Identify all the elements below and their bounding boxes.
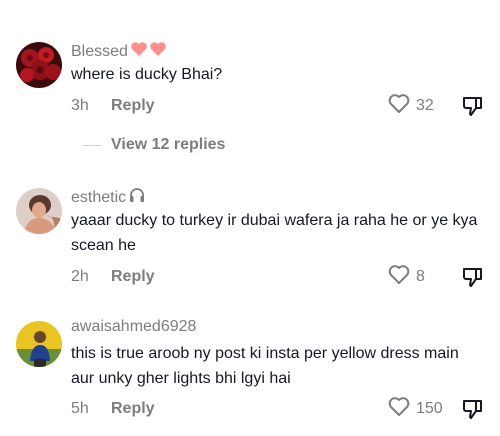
like-count: 8 xyxy=(416,268,425,285)
thumbs-down-icon xyxy=(461,268,485,293)
username[interactable]: awaisahmed6928 xyxy=(71,318,196,336)
reply-button[interactable]: Reply xyxy=(111,268,155,286)
comment-list: Blessed where is ducky Bhai? 3h Reply 32 xyxy=(0,0,500,436)
heart-icon xyxy=(388,264,410,290)
like-count: 150 xyxy=(416,400,443,417)
like-button[interactable]: 150 xyxy=(388,396,443,422)
comment-meta: 3h Reply xyxy=(71,94,155,118)
comment-text: this is true aroob ny post ki insta per … xyxy=(71,345,459,387)
comment-time: 5h xyxy=(71,400,89,417)
like-button[interactable]: 32 xyxy=(388,93,434,119)
view-replies-button[interactable]: View 12 replies xyxy=(83,133,225,157)
view-replies-label: View 12 replies xyxy=(111,136,226,153)
comment-text: yaaar ducky to turkey ir dubai wafera ja… xyxy=(71,212,478,254)
dislike-button[interactable] xyxy=(461,265,485,289)
dislike-button[interactable] xyxy=(461,94,485,118)
thumbs-down-icon xyxy=(461,400,485,425)
headphones-icon xyxy=(128,186,146,209)
two-hearts-icon xyxy=(130,40,170,63)
dislike-button[interactable] xyxy=(461,397,485,421)
username-text: Blessed xyxy=(71,42,128,60)
username[interactable]: Blessed xyxy=(71,40,170,63)
comment-time: 3h xyxy=(71,97,89,114)
comment-time: 2h xyxy=(71,268,89,285)
like-button[interactable]: 8 xyxy=(388,264,425,290)
thumbs-down-icon xyxy=(461,97,485,122)
divider xyxy=(83,144,101,146)
heart-icon xyxy=(388,93,410,119)
heart-icon xyxy=(388,396,410,422)
username[interactable]: esthetic xyxy=(71,186,146,209)
comment-meta: 2h Reply xyxy=(71,265,155,289)
reply-button[interactable]: Reply xyxy=(111,97,155,115)
avatar[interactable] xyxy=(16,321,62,367)
username-text: awaisahmed6928 xyxy=(71,318,197,335)
like-count: 32 xyxy=(416,97,434,114)
avatar[interactable] xyxy=(16,188,62,234)
comment-meta: 5h Reply xyxy=(71,397,155,421)
reply-button[interactable]: Reply xyxy=(111,400,155,418)
avatar[interactable] xyxy=(16,42,62,88)
comment-text: where is ducky Bhai? xyxy=(71,66,223,83)
username-text: esthetic xyxy=(71,188,127,206)
